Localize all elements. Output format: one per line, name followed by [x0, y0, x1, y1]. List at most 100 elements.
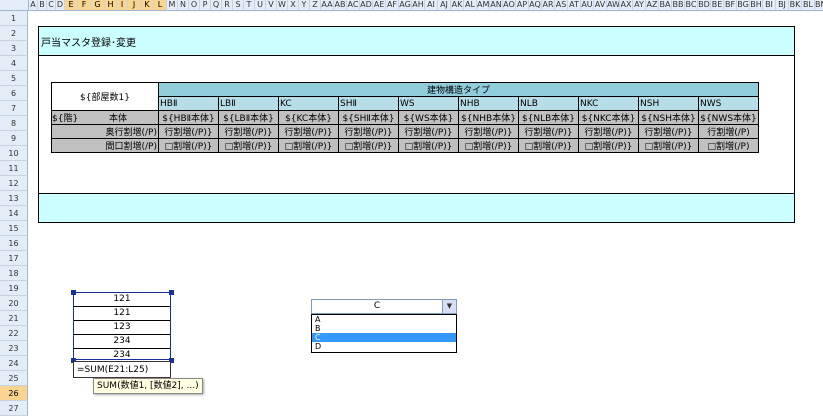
- column-header-e[interactable]: E: [65, 0, 78, 10]
- column-header-ac[interactable]: AC: [347, 0, 360, 10]
- column-header-a[interactable]: A: [29, 0, 38, 10]
- column-header-o[interactable]: O: [189, 0, 200, 10]
- row-header-22[interactable]: 22: [0, 326, 28, 341]
- column-header-ax[interactable]: AX: [620, 0, 633, 10]
- column-header-d[interactable]: D: [56, 0, 65, 10]
- structure-type-cell[interactable]: LBⅡ: [218, 96, 279, 111]
- column-header-s[interactable]: S: [233, 0, 244, 10]
- column-header-v[interactable]: V: [266, 0, 277, 10]
- column-header-bg[interactable]: BG: [737, 0, 750, 10]
- column-header-bc[interactable]: BC: [685, 0, 698, 10]
- width-value-cell[interactable]: □割増(/P)}: [218, 138, 279, 153]
- width-value-cell[interactable]: □割増(/P)}: [158, 138, 219, 153]
- structure-type-cell[interactable]: NHB: [458, 96, 519, 111]
- body-value-cell[interactable]: ${LBⅡ本体}: [218, 110, 279, 125]
- body-value-cell[interactable]: ${NWS本体}: [698, 110, 759, 125]
- row-header-6[interactable]: 6: [0, 86, 28, 101]
- column-header-u[interactable]: U: [255, 0, 266, 10]
- row-header-11[interactable]: 11: [0, 161, 28, 176]
- body-value-cell[interactable]: ${HBⅡ本体}: [158, 110, 219, 125]
- column-header-au[interactable]: AU: [581, 0, 594, 10]
- structure-type-cell[interactable]: HBⅡ: [158, 96, 219, 111]
- row-header-3[interactable]: 3: [0, 41, 28, 56]
- row-header-8[interactable]: 8: [0, 116, 28, 131]
- combo-box[interactable]: C ▼: [311, 299, 457, 314]
- depth-value-cell[interactable]: 行割増(/P)}: [338, 124, 399, 139]
- column-header-aj[interactable]: AJ: [438, 0, 451, 10]
- depth-value-cell[interactable]: 行割増(/P)}: [278, 124, 339, 139]
- structure-type-cell[interactable]: SHⅡ: [338, 96, 399, 111]
- width-value-cell[interactable]: □割増(/P)}: [338, 138, 399, 153]
- row-header-24[interactable]: 24: [0, 356, 28, 371]
- depth-value-cell[interactable]: 行割増(/P)}: [638, 124, 699, 139]
- row-header-25[interactable]: 25: [0, 371, 28, 386]
- column-header-bf[interactable]: BF: [724, 0, 737, 10]
- structure-type-cell[interactable]: NLB: [518, 96, 579, 111]
- depth-value-cell[interactable]: 行割増(/P)}: [578, 124, 639, 139]
- structure-type-cell[interactable]: NKC: [578, 96, 639, 111]
- column-header-ag[interactable]: AG: [399, 0, 412, 10]
- row-header-9[interactable]: 9: [0, 131, 28, 146]
- depth-value-cell[interactable]: 行割増(/P)}: [158, 124, 219, 139]
- row-header-10[interactable]: 10: [0, 146, 28, 161]
- column-header-y[interactable]: Y: [299, 0, 310, 10]
- column-header-bd[interactable]: BD: [698, 0, 711, 10]
- body-value-cell[interactable]: ${NSH本体}: [638, 110, 699, 125]
- row-header-12[interactable]: 12: [0, 176, 28, 191]
- row-header-27[interactable]: 27: [0, 401, 28, 416]
- row-header-26[interactable]: 26: [0, 386, 28, 401]
- column-header-c[interactable]: C: [47, 0, 56, 10]
- row-header-14[interactable]: 14: [0, 206, 28, 221]
- structure-type-cell[interactable]: KC: [278, 96, 339, 111]
- width-value-cell[interactable]: □割増(/P)}: [458, 138, 519, 153]
- column-header-av[interactable]: AV: [594, 0, 607, 10]
- row-header-20[interactable]: 20: [0, 296, 28, 311]
- column-header-t[interactable]: T: [244, 0, 255, 10]
- depth-value-cell[interactable]: 行割増(/P)}: [458, 124, 519, 139]
- column-header-bk[interactable]: BK: [789, 0, 802, 10]
- depth-value-cell[interactable]: 行割増(/P)}: [218, 124, 279, 139]
- combo-option[interactable]: B: [312, 324, 456, 333]
- column-header-ah[interactable]: AH: [412, 0, 425, 10]
- row-header-13[interactable]: 13: [0, 191, 28, 206]
- structure-type-cell[interactable]: NSH: [638, 96, 699, 111]
- column-header-be[interactable]: BE: [711, 0, 724, 10]
- select-all-corner[interactable]: [0, 0, 29, 10]
- row-header-21[interactable]: 21: [0, 311, 28, 326]
- floor-body-label-cell[interactable]: ${階} 本体: [51, 110, 159, 125]
- column-header-h[interactable]: H: [105, 0, 117, 10]
- depth-value-cell[interactable]: 行割増(/P)}: [518, 124, 579, 139]
- column-header-w[interactable]: W: [277, 0, 288, 10]
- row-header-16[interactable]: 16: [0, 236, 28, 251]
- column-header-q[interactable]: Q: [211, 0, 222, 10]
- column-header-ao[interactable]: AO: [503, 0, 516, 10]
- column-header-r[interactable]: R: [222, 0, 233, 10]
- column-header-k[interactable]: K: [141, 0, 154, 10]
- column-header-m[interactable]: M: [167, 0, 178, 10]
- column-header-ai[interactable]: AI: [425, 0, 438, 10]
- combo-option[interactable]: C: [312, 333, 456, 342]
- row-header-18[interactable]: 18: [0, 266, 28, 281]
- width-value-cell[interactable]: □割増(/P)}: [638, 138, 699, 153]
- combo-dropdown-list[interactable]: ABCD: [311, 314, 457, 353]
- column-header-ak[interactable]: AK: [451, 0, 464, 10]
- width-label[interactable]: 間口割増(/P): [51, 138, 159, 153]
- column-header-bh[interactable]: BH: [750, 0, 763, 10]
- column-header-am[interactable]: AM: [477, 0, 490, 10]
- column-header-an[interactable]: AN: [490, 0, 503, 10]
- column-header-aa[interactable]: AA: [321, 0, 334, 10]
- column-header-at[interactable]: AT: [568, 0, 581, 10]
- body-value-cell[interactable]: ${KC本体}: [278, 110, 339, 125]
- body-value-cell[interactable]: ${NLB本体}: [518, 110, 579, 125]
- column-header-bl[interactable]: BL: [802, 0, 815, 10]
- column-header-bi[interactable]: BI: [763, 0, 776, 10]
- structure-type-cell[interactable]: NWS: [698, 96, 759, 111]
- value-cell[interactable]: 123: [74, 320, 170, 335]
- column-header-af[interactable]: AF: [386, 0, 399, 10]
- row-header-7[interactable]: 7: [0, 101, 28, 116]
- selection-handle[interactable]: [169, 290, 174, 295]
- value-cell[interactable]: 121: [74, 306, 170, 321]
- column-header-l[interactable]: L: [154, 0, 167, 10]
- combo-option[interactable]: A: [312, 315, 456, 324]
- column-header-g[interactable]: G: [91, 0, 105, 10]
